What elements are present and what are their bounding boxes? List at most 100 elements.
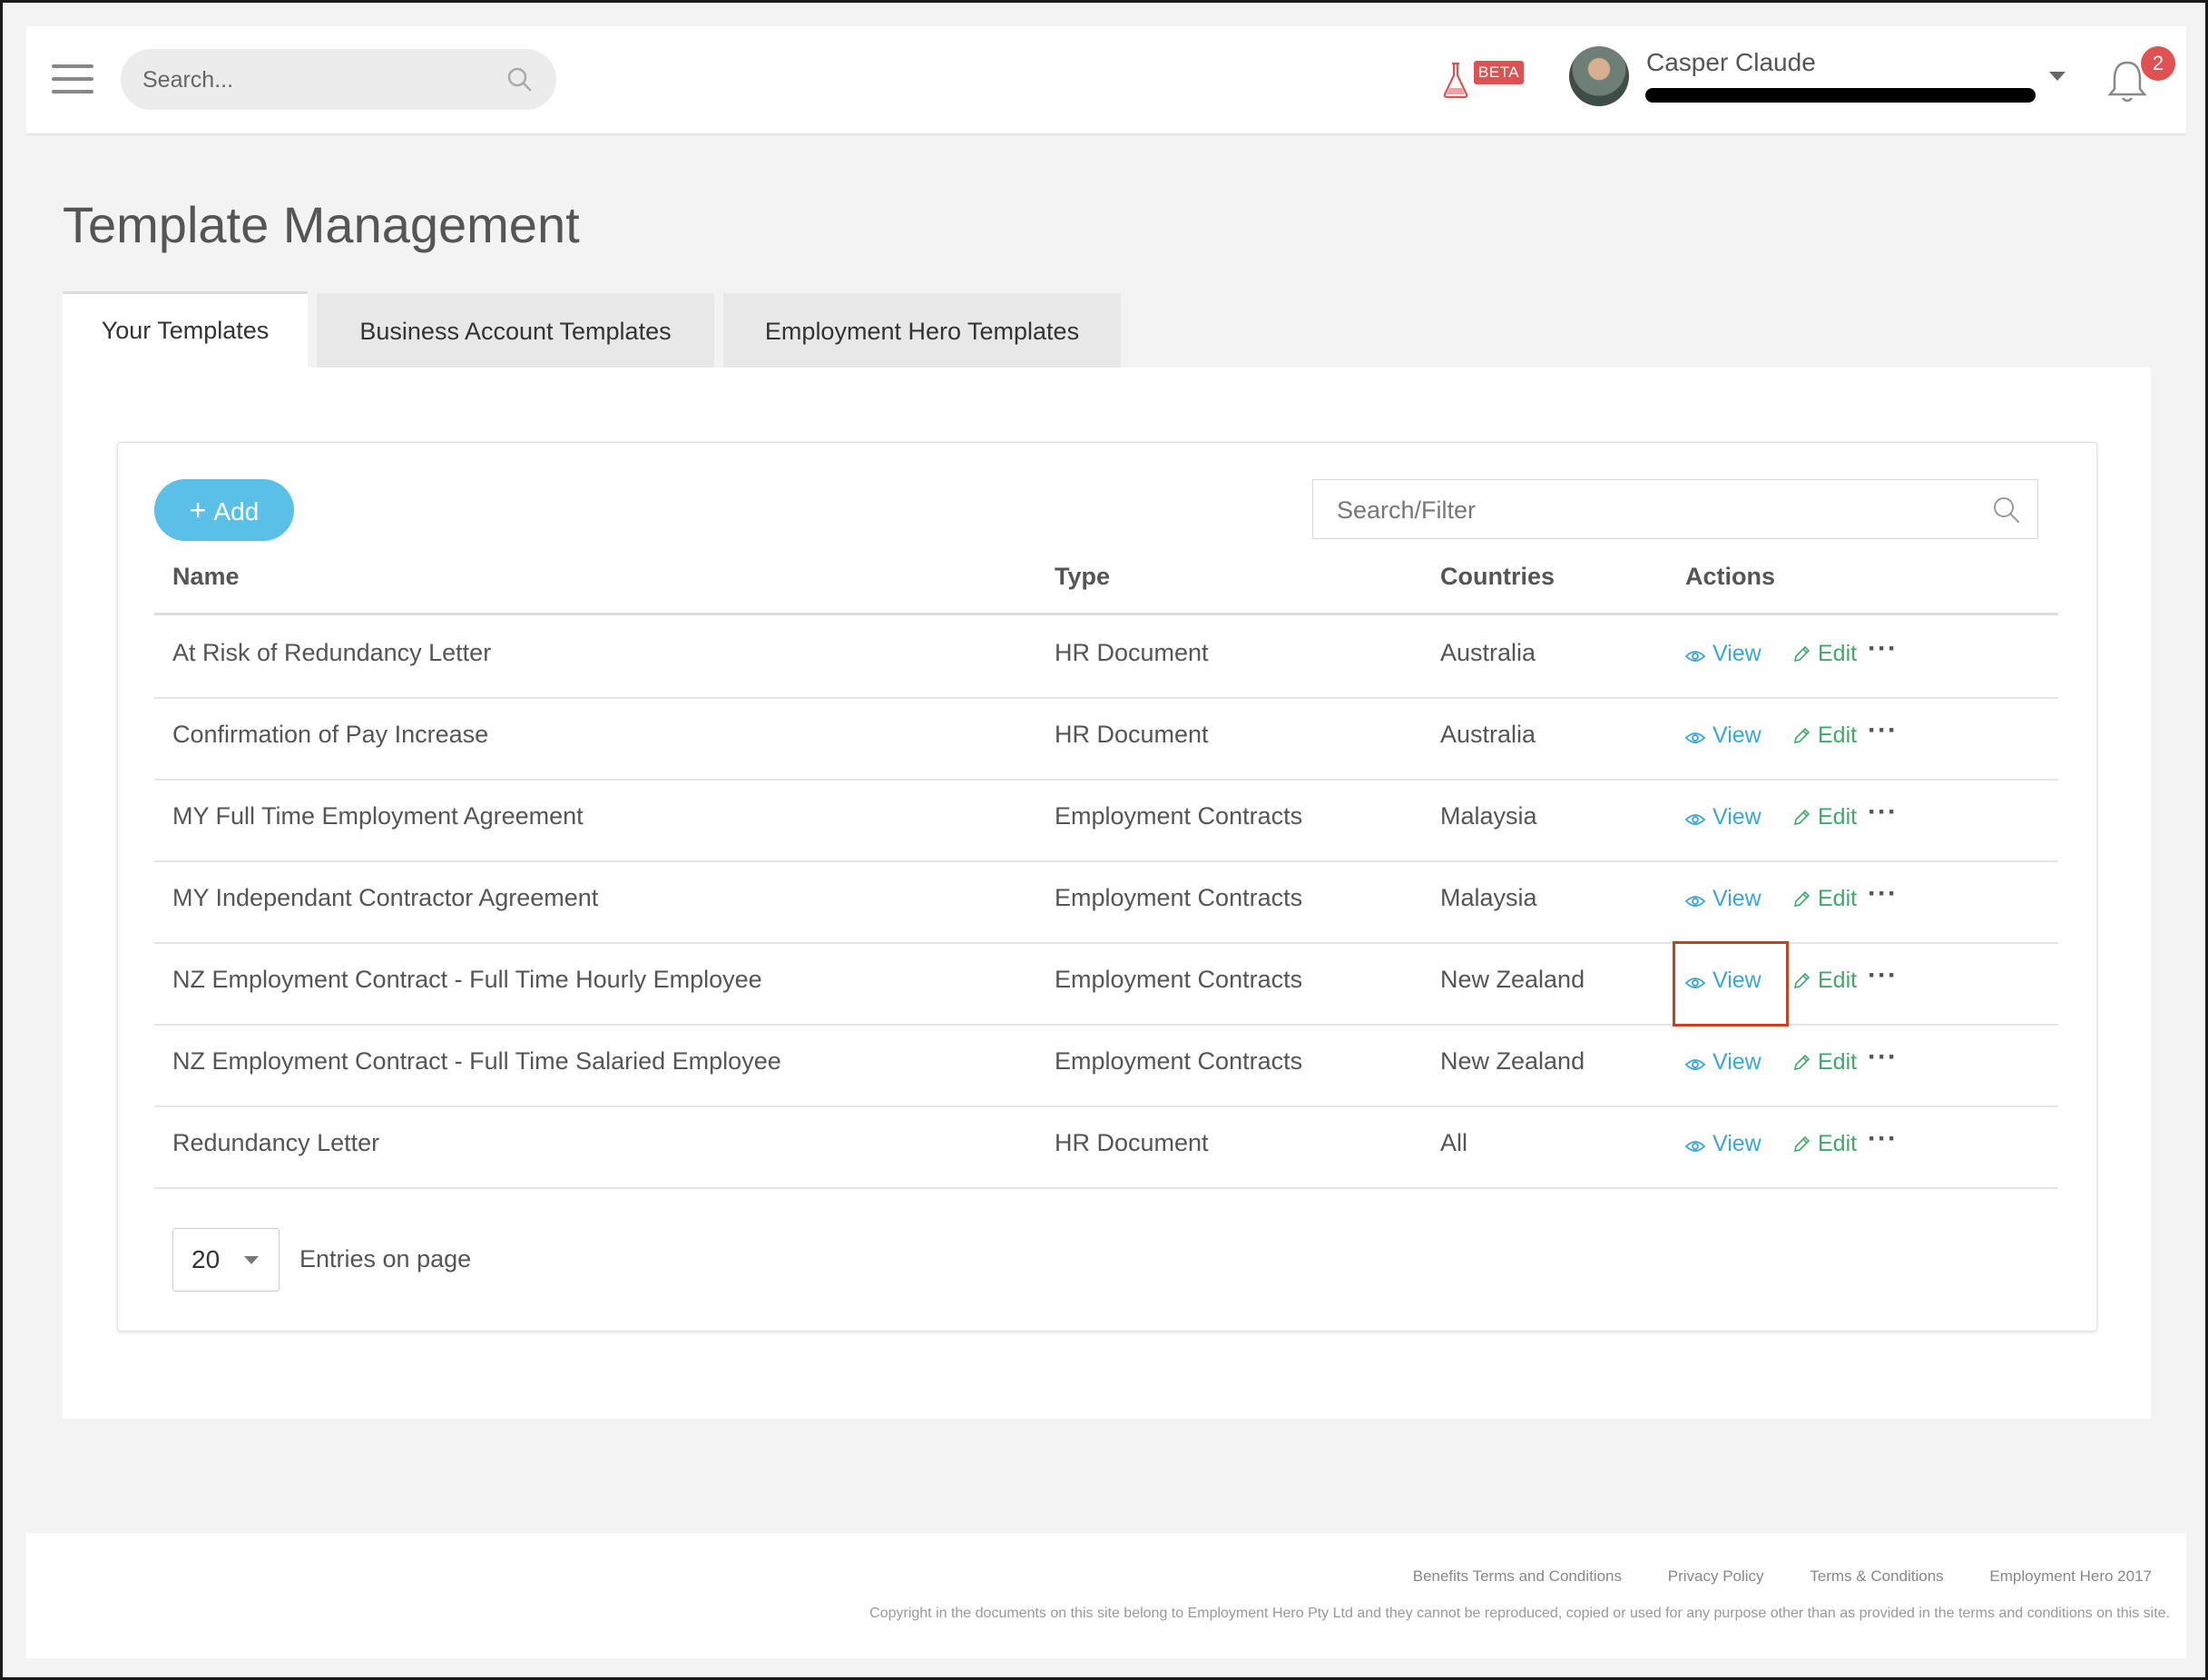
edit-button[interactable]: Edit [1792,1131,1857,1157]
view-label: View [1712,968,1761,993]
template-country: Malaysia [1440,802,1537,830]
view-button[interactable]: View [1684,1049,1761,1076]
templates-card: +Add Name Type Countries Actions At Risk… [117,442,2097,1331]
eye-icon [1684,732,1706,743]
global-search[interactable] [121,49,556,112]
copyright-text: Copyright in the documents on this site … [869,1606,2170,1621]
edit-button[interactable]: Edit [1792,722,1857,749]
edit-label: Edit [1818,722,1858,748]
add-label: Add [213,497,260,526]
template-name[interactable]: MY Independant Contractor Agreement [172,884,598,912]
template-type: HR Document [1055,721,1209,748]
top-bar: BETA Casper Claude 2 [26,26,2186,134]
search-input[interactable] [141,49,489,112]
pencil-icon [1793,645,1811,663]
eye-icon [1684,1059,1706,1070]
template-name[interactable]: Redundancy Letter [172,1129,379,1157]
eye-icon [1684,1141,1706,1152]
tab-business-account-templates[interactable]: Business Account Templates [317,293,714,369]
chevron-down-icon[interactable] [2049,72,2066,81]
entries-per-page-select[interactable]: 20 [172,1228,280,1292]
template-country: New Zealand [1440,1047,1585,1075]
table-row: Redundancy Letter HR Document All View Edit ·… [154,1105,2058,1189]
view-button[interactable]: View [1684,641,1761,667]
filter-input[interactable] [1335,480,1974,540]
user-name[interactable]: Casper Claude [1646,48,1816,77]
more-options-button[interactable]: ··· [1868,715,1898,746]
edit-label: Edit [1818,1131,1858,1156]
eye-icon [1684,814,1706,825]
edit-button[interactable]: Edit [1792,886,1857,912]
edit-button[interactable]: Edit [1792,1049,1857,1076]
column-header-type[interactable]: Type [1055,563,1110,591]
beta-badge: BETA [1474,61,1525,84]
view-label: View [1712,804,1761,830]
column-header-actions: Actions [1685,563,1776,590]
footer-link-benefits-terms[interactable]: Benefits Terms and Conditions [1413,1567,1622,1585]
eye-icon [1684,978,1706,988]
view-button[interactable]: View [1684,1131,1761,1157]
template-country: Australia [1440,721,1536,748]
avatar[interactable] [1569,46,1629,106]
search-icon[interactable] [1992,496,2021,525]
footer-link-terms-conditions[interactable]: Terms & Conditions [1810,1567,1943,1585]
pencil-icon [1793,1054,1811,1071]
tab-your-templates[interactable]: Your Templates [63,291,308,369]
template-name[interactable]: Confirmation of Pay Increase [172,721,488,749]
more-options-button[interactable]: ··· [1868,960,1898,991]
more-options-button[interactable]: ··· [1868,1124,1898,1154]
template-name[interactable]: NZ Employment Contract - Full Time Hourl… [172,966,762,994]
view-button[interactable]: View [1684,804,1761,830]
column-header-name[interactable]: Name [172,563,240,591]
edit-button[interactable]: Edit [1792,804,1857,830]
table-row: NZ Employment Contract - Full Time Hourl… [154,942,2058,1026]
tab-employment-hero-templates[interactable]: Employment Hero Templates [723,293,1121,369]
edit-label: Edit [1818,1049,1858,1075]
main-panel: +Add Name Type Countries Actions At Risk… [63,368,2151,1419]
view-label: View [1712,1131,1761,1156]
pencil-icon [1793,727,1811,744]
more-options-button[interactable]: ··· [1868,1042,1898,1073]
per-page-value: 20 [191,1245,221,1273]
more-options-button[interactable]: ··· [1868,879,1898,909]
view-label: View [1712,641,1761,666]
footer-links: Benefits Terms and Conditions Privacy Po… [1371,1567,2152,1586]
edit-label: Edit [1818,641,1858,666]
chevron-down-icon [244,1256,259,1264]
view-label: View [1712,722,1761,748]
notification-badge[interactable]: 2 [2141,46,2175,81]
filter-box[interactable] [1312,479,2038,540]
eye-icon [1684,896,1706,907]
edit-button[interactable]: Edit [1792,968,1857,994]
column-header-countries[interactable]: Countries [1440,563,1555,591]
footer: Benefits Terms and Conditions Privacy Po… [26,1533,2186,1658]
template-name[interactable]: At Risk of Redundancy Letter [172,639,491,667]
eye-icon [1684,651,1706,662]
edit-label: Edit [1818,804,1858,830]
add-button[interactable]: + Add [154,479,294,541]
template-name[interactable]: NZ Employment Contract - Full Time Salar… [172,1047,781,1076]
view-label: View [1712,886,1761,911]
more-options-button[interactable]: ··· [1868,634,1898,664]
table-row: MY Independant Contractor Agreement Emplo… [154,860,2058,944]
template-type: Employment Contracts [1055,966,1303,993]
edit-button[interactable]: Edit [1792,641,1857,667]
table-row: NZ Employment Contract - Full Time Salar… [154,1024,2058,1107]
template-name[interactable]: MY Full Time Employment Agreement [172,802,584,830]
view-button[interactable]: View [1684,722,1761,749]
menu-icon[interactable] [52,64,93,95]
entries-label: Entries on page [299,1245,472,1272]
template-country: Australia [1440,639,1536,666]
search-icon[interactable] [505,65,533,93]
table-row: Confirmation of Pay Increase HR Document A… [154,697,2058,781]
plus-icon: + [189,494,207,526]
more-options-button[interactable]: ··· [1868,797,1898,828]
beta-features[interactable]: BETA [1435,57,1540,103]
footer-link-privacy-policy[interactable]: Privacy Policy [1668,1567,1764,1585]
page-title: Template Management [63,196,580,253]
view-button[interactable]: View [1684,886,1761,912]
redacted-email [1645,88,2036,103]
view-button[interactable]: View [1684,968,1761,994]
template-type: HR Document [1055,639,1209,666]
template-type: Employment Contracts [1055,884,1303,911]
